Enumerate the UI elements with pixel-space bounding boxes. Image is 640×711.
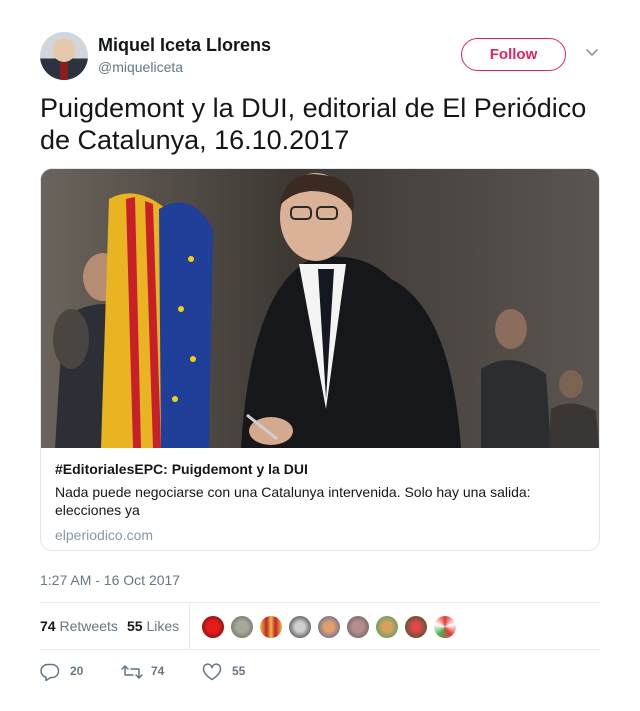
tweet-stats: 74 Retweets 55 Likes [40,603,600,649]
divider [40,649,600,650]
avatar[interactable] [40,32,88,80]
reply-count: 20 [70,664,84,678]
tweet-header: Miquel Iceta Llorens @miqueliceta Follow [40,32,600,80]
likes-stat[interactable]: 55 Likes [127,618,179,634]
likes-count: 55 [127,618,143,634]
liker-avatar[interactable] [201,615,225,639]
follow-button[interactable]: Follow [461,38,566,71]
user-handle[interactable]: @miqueliceta [98,59,183,75]
tweet-actions: 20 74 55 [40,660,600,684]
stats-separator [189,603,190,649]
liker-avatar[interactable] [404,615,428,639]
retweet-button[interactable]: 74 [121,660,181,684]
retweets-stat[interactable]: 74 Retweets [40,618,118,634]
retweets-count: 74 [40,618,56,634]
card-description: Nada puede negociarse con una Catalunya … [55,484,531,518]
card-body: #EditorialesEPC: Puigdemont y la DUI Nad… [55,460,585,544]
display-name[interactable]: Miquel Iceta Llorens [98,35,271,56]
tweet-text: Puigdemont y la DUI, editorial de El Per… [40,93,587,155]
likes-label: Likes [146,618,180,634]
liker-avatar[interactable] [375,615,399,639]
liker-avatar[interactable] [288,615,312,639]
reply-icon [40,663,60,681]
retweets-label: Retweets [59,618,118,634]
tweet-timestamp[interactable]: 1:27 AM - 16 Oct 2017 [40,572,180,588]
liker-avatar[interactable] [346,615,370,639]
retweet-count: 74 [151,664,165,678]
link-card[interactable]: #EditorialesEPC: Puigdemont y la DUI Nad… [40,168,600,551]
liker-avatar[interactable] [230,615,254,639]
retweet-icon [121,665,143,679]
heart-icon [202,663,222,681]
caret-down-icon[interactable] [584,44,600,60]
like-button[interactable]: 55 [202,660,262,684]
card-image [41,169,599,448]
card-title: #EditorialesEPC: Puigdemont y la DUI [55,461,308,477]
liker-avatar[interactable] [317,615,341,639]
reply-button[interactable]: 20 [40,660,100,684]
card-domain: elperiodico.com [55,527,154,543]
liker-avatar[interactable] [433,615,457,639]
liker-avatar[interactable] [259,615,283,639]
like-count: 55 [232,664,246,678]
